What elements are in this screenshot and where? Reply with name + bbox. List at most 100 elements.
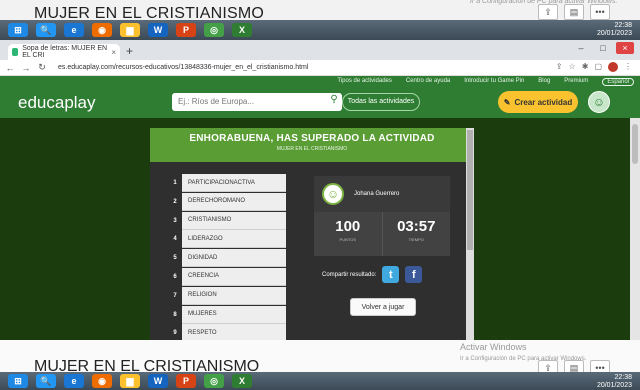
powerpoint-icon[interactable]: P <box>176 23 196 37</box>
site-header: Tipos de actividades Centro de ayuda Int… <box>0 76 640 118</box>
maximize-button[interactable]: □ <box>594 42 612 54</box>
share-row: Compartir resultado: t f <box>322 266 423 283</box>
new-tab-button[interactable]: + <box>126 44 133 58</box>
menu-kebab-icon[interactable]: ⋮ <box>624 62 632 72</box>
firefox-icon[interactable]: ◉ <box>92 23 112 37</box>
word-row: 8 MUJERES <box>168 305 286 324</box>
result-panel: ENHORABUENA, HAS SUPERADO LA ACTIVIDAD M… <box>150 128 474 343</box>
bookmark-star-icon[interactable]: ☆ <box>569 62 576 72</box>
clock-time: 22:38 <box>614 22 632 29</box>
minimize-button[interactable]: – <box>572 42 590 54</box>
activate-title: Activar Windows <box>460 342 527 352</box>
share-label: Compartir resultado: <box>322 271 377 278</box>
stats-row: 100 PUNTOS 03:57 TIEMPO <box>314 212 450 256</box>
create-activity-button[interactable]: ✎ Crear actividad <box>498 91 578 113</box>
share-page-icon[interactable]: ⇪ <box>556 62 563 72</box>
word-text: CRISTIANISMO <box>182 211 286 230</box>
ie-icon[interactable]: e <box>64 23 84 37</box>
word-icon[interactable]: W <box>148 374 168 388</box>
educaplay-logo[interactable]: educaplay <box>18 93 96 113</box>
share-icon[interactable]: ⇪ <box>538 4 558 20</box>
time-label: TIEMPO <box>408 237 424 242</box>
word-row: 1 PARTICIPACIONACTIVA <box>168 174 286 192</box>
extensions-icon[interactable]: ✱ <box>582 62 589 72</box>
explorer-icon[interactable]: 🔍 <box>36 374 56 388</box>
word-icon[interactable]: W <box>148 23 168 37</box>
clock-time: 22:38 <box>614 374 632 381</box>
congrats-title: ENHORABUENA, HAS SUPERADO LA ACTIVIDAD <box>189 133 435 144</box>
windows-start-icon[interactable]: ⊞ <box>8 23 28 37</box>
menu-blog[interactable]: Blog <box>538 78 550 86</box>
browser-tab[interactable]: Sopa de letras: MUJER EN EL CRI × <box>8 44 120 60</box>
word-row: 3 CRISTIANISMO <box>168 211 286 230</box>
word-text: DERECHOROMANO <box>182 192 286 211</box>
forward-icon[interactable]: → <box>20 63 32 73</box>
word-row: 2 DERECHOROMANO <box>168 192 286 211</box>
score-label: PUNTOS <box>339 237 357 242</box>
note-icon[interactable]: ▤ <box>564 4 584 20</box>
reload-icon[interactable]: ↻ <box>36 62 48 73</box>
word-number: 3 <box>168 211 182 230</box>
taskbar-bottom: ⊞ 🔍 e ◉ ▆ W P ◎ X 22:38 20/01/2023 <box>0 372 640 390</box>
profile-avatar-icon[interactable] <box>608 62 618 72</box>
word-text: CREENCIA <box>182 267 286 286</box>
menu-game-pin[interactable]: Introducir tu Game Pin <box>464 78 524 86</box>
files-icon[interactable]: ▆ <box>120 23 140 37</box>
search-icon[interactable]: ⚲ <box>327 94 341 108</box>
word-text: PARTICIPACIONACTIVA <box>182 174 286 192</box>
word-number: 5 <box>168 249 182 268</box>
word-number: 6 <box>168 267 182 286</box>
page-scrollbar[interactable] <box>630 118 640 340</box>
menu-premium[interactable]: Premium <box>564 78 588 86</box>
more-icon[interactable]: ••• <box>590 4 610 20</box>
search-input[interactable]: Ej.: Ríos de Europa... <box>172 93 342 111</box>
word-text: RELIGION <box>182 286 286 305</box>
menu-activity-types[interactable]: Tipos de actividades <box>337 78 391 86</box>
excel-icon[interactable]: X <box>232 23 252 37</box>
word-text: LIDERAZGO <box>182 230 286 249</box>
chrome-icon[interactable]: ◎ <box>204 23 224 37</box>
user-profile-icon: ☺ <box>322 183 344 205</box>
explorer-icon[interactable]: 🔍 <box>36 23 56 37</box>
tab-bar: Sopa de letras: MUJER EN EL CRI × + – □ … <box>0 40 640 60</box>
back-icon[interactable]: ← <box>4 63 16 73</box>
document-header-bottom: MUJER EN EL CRISTIANISMO Activar Windows… <box>0 340 640 376</box>
taskbar-clock[interactable]: 22:38 20/01/2023 <box>597 22 632 38</box>
clock-date: 20/01/2023 <box>596 30 632 37</box>
replay-button[interactable]: Volver a jugar <box>350 298 416 316</box>
close-window-button[interactable]: × <box>616 42 634 54</box>
close-tab-icon[interactable]: × <box>111 48 116 57</box>
page-scroll-thumb[interactable] <box>632 124 638 164</box>
files-icon[interactable]: ▆ <box>120 374 140 388</box>
firefox-icon[interactable]: ◉ <box>92 374 112 388</box>
activity-name: MUJER EN EL CRISTIANISMO <box>276 146 348 152</box>
panel-scrollbar[interactable] <box>466 128 474 340</box>
word-row: 4 LIDERAZGO <box>168 230 286 249</box>
top-menu: Tipos de actividades Centro de ayuda Int… <box>337 78 634 86</box>
score-stat: 100 PUNTOS <box>314 212 382 256</box>
language-selector[interactable]: Español <box>602 78 634 86</box>
chrome-icon[interactable]: ◎ <box>204 374 224 388</box>
twitter-share-icon[interactable]: t <box>382 266 400 283</box>
powerpoint-icon[interactable]: P <box>176 374 196 388</box>
taskbar-clock[interactable]: 22:38 20/01/2023 <box>597 374 632 390</box>
taskbar-top: ⊞ 🔍 e ◉ ▆ W P ◎ X 22:38 20/01/2023 <box>0 20 640 40</box>
word-number: 1 <box>168 174 182 192</box>
score-value: 100 <box>335 218 361 235</box>
ie-icon[interactable]: e <box>64 374 84 388</box>
address-bar: ← → ↻ es.educaplay.com/recursos-educativ… <box>0 60 640 76</box>
word-list: 1 PARTICIPACIONACTIVA 2 DERECHOROMANO 3 … <box>168 174 286 343</box>
url-field[interactable]: es.educaplay.com/recursos-educativos/138… <box>58 64 308 71</box>
user-avatar-icon[interactable]: ☺ <box>588 91 610 113</box>
result-header: ENHORABUENA, HAS SUPERADO LA ACTIVIDAD M… <box>150 128 474 162</box>
word-number: 8 <box>168 305 182 324</box>
panel-scroll-thumb[interactable] <box>467 130 473 250</box>
search-filter-dropdown[interactable]: Todas las actividades <box>342 93 420 111</box>
windows-start-icon[interactable]: ⊞ <box>8 374 28 388</box>
document-header-top: MUJER EN EL CRISTIANISMO Ir a Configurac… <box>0 0 640 20</box>
browser-window: Sopa de letras: MUJER EN EL CRI × + – □ … <box>0 40 640 343</box>
excel-icon[interactable]: X <box>232 374 252 388</box>
menu-help-center[interactable]: Centro de ayuda <box>406 78 450 86</box>
sidebar-icon[interactable]: ▢ <box>594 62 602 72</box>
facebook-share-icon[interactable]: f <box>405 266 423 283</box>
